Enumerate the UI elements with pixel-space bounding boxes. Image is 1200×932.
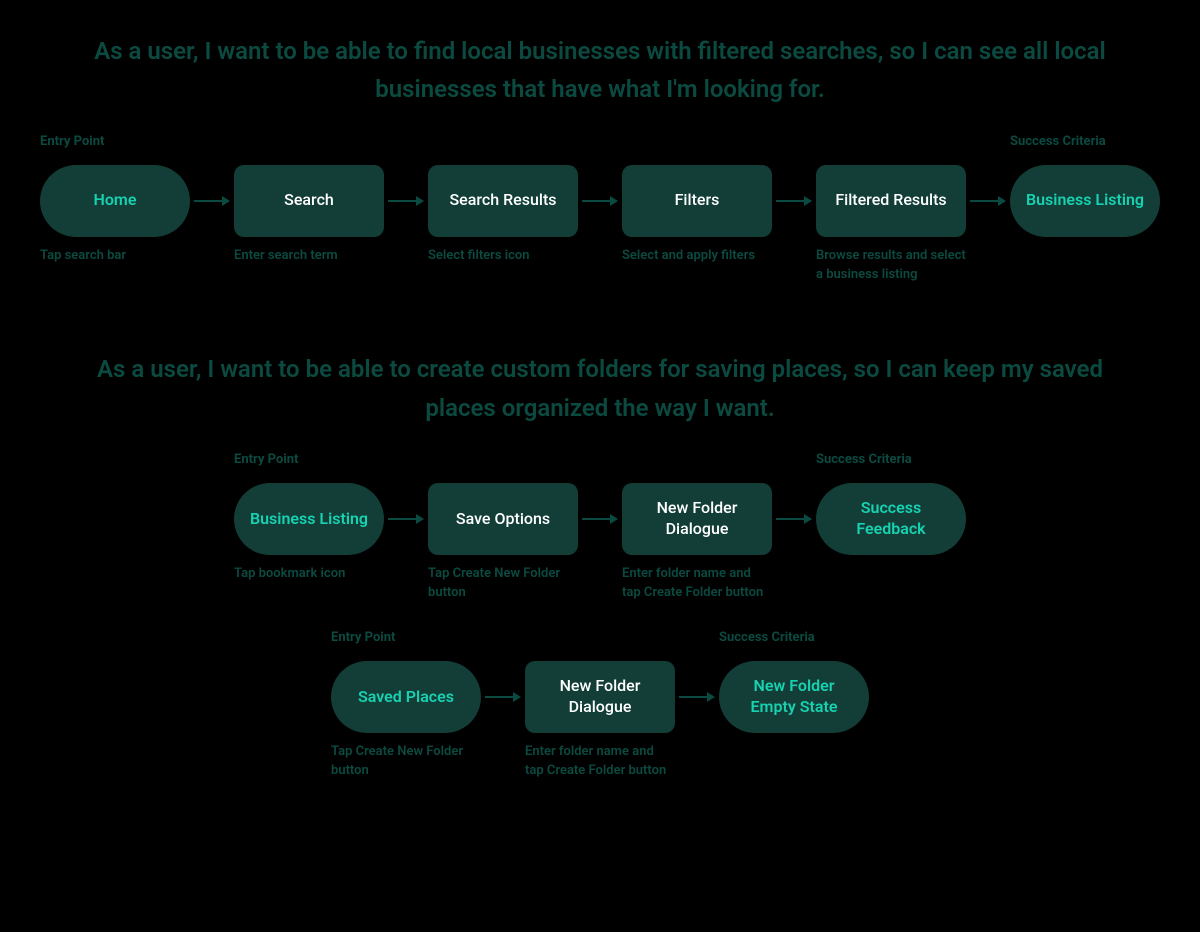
- screen-node: New Folder Dialogue: [525, 661, 675, 733]
- flow-step: Success Criteria Business Listing: [1010, 135, 1160, 247]
- flow-step: Success Criteria New Folder Empty State: [719, 631, 869, 743]
- flow-row: Entry Point Business Listing Tap bookmar…: [40, 453, 1160, 603]
- step-caption: Select and apply filters: [622, 247, 772, 266]
- step-top-label: [428, 453, 578, 477]
- flow-step: New Folder Dialogue Enter folder name an…: [525, 631, 675, 781]
- flow-unit: Success Criteria Success Feedback: [816, 453, 966, 565]
- flow-step: Entry Point Saved Places Tap Create New …: [331, 631, 481, 781]
- flow-step: Search Enter search term: [234, 135, 384, 266]
- step-caption: Tap bookmark icon: [234, 565, 384, 584]
- success-criteria-node: New Folder Empty State: [719, 661, 869, 733]
- step-caption: Select filters icon: [428, 247, 578, 266]
- arrow-icon: [384, 135, 428, 237]
- arrow-icon: [578, 135, 622, 237]
- flow-unit: New Folder Dialogue Enter folder name an…: [525, 631, 719, 781]
- step-top-label: Success Criteria: [816, 453, 966, 477]
- flow-step: Save Options Tap Create New Folder butto…: [428, 453, 578, 603]
- step-top-label: [234, 135, 384, 159]
- step-caption: Enter folder name and tap Create Folder …: [525, 743, 675, 781]
- step-top-label: [622, 135, 772, 159]
- arrow-icon: [966, 135, 1010, 237]
- flow-step: Entry Point Business Listing Tap bookmar…: [234, 453, 384, 584]
- user-story-heading: As a user, I want to be able to find loc…: [70, 32, 1130, 109]
- flow-unit: Filters Select and apply filters: [622, 135, 816, 266]
- flow-step: Search Results Select filters icon: [428, 135, 578, 266]
- screen-node: Save Options: [428, 483, 578, 555]
- flow-unit: Save Options Tap Create New Folder butto…: [428, 453, 622, 603]
- screen-node: Search Results: [428, 165, 578, 237]
- flow-unit: Success Criteria Business Listing: [1010, 135, 1160, 247]
- flow-step: Filters Select and apply filters: [622, 135, 772, 266]
- step-top-label: Success Criteria: [719, 631, 869, 655]
- flow-unit: Entry Point Home Tap search bar: [40, 135, 234, 266]
- flow-row: Entry Point Saved Places Tap Create New …: [40, 631, 1160, 781]
- arrow-icon: [384, 453, 428, 555]
- step-top-label: Success Criteria: [1010, 135, 1160, 159]
- arrow-icon: [675, 631, 719, 733]
- success-criteria-node: Business Listing: [1010, 165, 1160, 237]
- flow-unit: Search Enter search term: [234, 135, 428, 266]
- step-top-label: [816, 135, 966, 159]
- diagram-canvas: As a user, I want to be able to find loc…: [0, 0, 1200, 801]
- flow-unit: New Folder Dialogue Enter folder name an…: [622, 453, 816, 603]
- step-top-label: Entry Point: [234, 453, 384, 477]
- arrow-icon: [481, 631, 525, 733]
- step-top-label: [525, 631, 675, 655]
- flow-unit: Filtered Results Browse results and sele…: [816, 135, 1010, 285]
- entry-point-node: Saved Places: [331, 661, 481, 733]
- flow-unit: Entry Point Business Listing Tap bookmar…: [234, 453, 428, 584]
- flow-step: Filtered Results Browse results and sele…: [816, 135, 966, 285]
- flow-unit: Success Criteria New Folder Empty State: [719, 631, 869, 743]
- flow-unit: Entry Point Saved Places Tap Create New …: [331, 631, 525, 781]
- step-caption: Tap Create New Folder button: [331, 743, 481, 781]
- screen-node: New Folder Dialogue: [622, 483, 772, 555]
- success-criteria-node: Success Feedback: [816, 483, 966, 555]
- step-caption: Tap Create New Folder button: [428, 565, 578, 603]
- entry-point-node: Business Listing: [234, 483, 384, 555]
- screen-node: Filters: [622, 165, 772, 237]
- step-top-label: Entry Point: [331, 631, 481, 655]
- screen-node: Search: [234, 165, 384, 237]
- arrow-icon: [578, 453, 622, 555]
- flow-step: New Folder Dialogue Enter folder name an…: [622, 453, 772, 603]
- step-caption: Enter search term: [234, 247, 384, 266]
- flow-step: Success Criteria Success Feedback: [816, 453, 966, 565]
- step-caption: Tap search bar: [40, 247, 190, 266]
- flow-row: Entry Point Home Tap search bar Search E…: [40, 135, 1160, 285]
- step-top-label: [622, 453, 772, 477]
- flow-unit: Search Results Select filters icon: [428, 135, 622, 266]
- arrow-icon: [772, 135, 816, 237]
- arrow-icon: [190, 135, 234, 237]
- entry-point-node: Home: [40, 165, 190, 237]
- step-top-label: Entry Point: [40, 135, 190, 159]
- step-caption: Browse results and select a business lis…: [816, 247, 966, 285]
- screen-node: Filtered Results: [816, 165, 966, 237]
- flow-step: Entry Point Home Tap search bar: [40, 135, 190, 266]
- step-top-label: [428, 135, 578, 159]
- step-caption: Enter folder name and tap Create Folder …: [622, 565, 772, 603]
- arrow-icon: [772, 453, 816, 555]
- user-story-heading: As a user, I want to be able to create c…: [70, 350, 1130, 427]
